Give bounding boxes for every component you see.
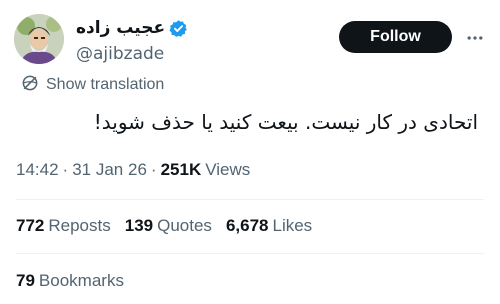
meta-separator: · <box>150 160 157 179</box>
avatar[interactable] <box>14 14 64 64</box>
author-info: عجیب زاده @ajibzade <box>76 16 188 64</box>
verified-badge-icon <box>169 19 188 38</box>
tweet-meta: 14:42 · 31 Jan 26 · 251K Views <box>16 160 250 180</box>
divider <box>16 253 484 254</box>
tweet-time[interactable]: 14:42 <box>16 160 59 180</box>
views-count: 251K <box>160 160 202 179</box>
display-name[interactable]: عجیب زاده <box>76 18 165 38</box>
stat-label: Likes <box>272 216 313 235</box>
avatar-illustration <box>14 14 64 64</box>
stat-bookmarks[interactable]: 79 Bookmarks <box>16 271 124 291</box>
meta-separator: · <box>62 160 69 179</box>
engagement-stats: 772 Reposts 139 Quotes 6,678 Likes <box>16 216 326 236</box>
stat-count: 79 <box>16 271 35 290</box>
follow-button[interactable]: Follow <box>339 21 452 53</box>
translate-globe-icon <box>20 73 40 97</box>
divider <box>16 199 484 200</box>
name-row: عجیب زاده <box>76 16 188 40</box>
handle[interactable]: @ajibzade <box>76 44 188 64</box>
stat-count: 139 <box>124 216 154 235</box>
stat-label: Bookmarks <box>38 271 124 290</box>
stat-count: 772 <box>16 216 45 235</box>
show-translation-link[interactable]: Show translation <box>20 73 164 97</box>
show-translation-label: Show translation <box>46 76 165 93</box>
stat-label: Reposts <box>48 216 111 235</box>
views-label: Views <box>205 160 251 179</box>
tweet-text: اتحادی در کار نیست. بیعت کنید یا حذف شوی… <box>93 110 478 134</box>
stat-reposts[interactable]: 772 Reposts <box>16 216 111 236</box>
tweet-header: عجیب زاده @ajibzade Follow <box>14 14 486 68</box>
tweet-date[interactable]: 31 Jan 26 <box>72 160 147 180</box>
stat-label: Quotes <box>157 216 212 235</box>
stat-quotes[interactable]: 139 Quotes <box>125 216 212 236</box>
stat-count: 6,678 <box>225 216 269 235</box>
stat-likes[interactable]: 6,678 Likes <box>226 216 312 236</box>
more-horizontal-icon[interactable] <box>463 26 487 50</box>
